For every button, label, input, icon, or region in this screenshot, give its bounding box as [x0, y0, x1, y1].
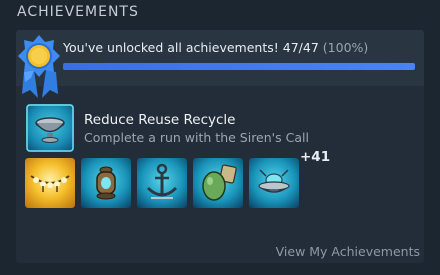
summary-percent: (100%) — [322, 40, 369, 55]
progress-fill — [63, 63, 415, 70]
featured-achievement-description: Complete a run with the Siren's Call — [84, 130, 309, 145]
section-title: ACHIEVEMENTS — [17, 4, 139, 20]
achievements-panel: ACHIEVEMENTS You've unlocked all achieve… — [0, 0, 440, 275]
summary-label: You've unlocked all achievements! 47/47 — [63, 40, 319, 55]
summary-text: You've unlocked all achievements! 47/47(… — [63, 40, 368, 55]
achievements-summary[interactable]: You've unlocked all achievements! 47/47(… — [16, 30, 424, 98]
achievements-card: You've unlocked all achievements! 47/47(… — [16, 30, 424, 263]
egg-scroll-icon[interactable] — [193, 158, 243, 208]
featured-achievement-name: Reduce Reuse Recycle — [84, 112, 236, 128]
golden-garland-icon[interactable] — [25, 158, 75, 208]
progress-bar — [63, 63, 415, 70]
bird-bowl-icon[interactable] — [249, 158, 299, 208]
more-achievements-count[interactable]: +41 — [300, 149, 330, 165]
lantern-icon[interactable] — [81, 158, 131, 208]
siren-bowl-icon[interactable] — [26, 104, 74, 152]
view-my-achievements-link[interactable]: View My Achievements — [276, 244, 420, 259]
medal-icon — [16, 30, 64, 98]
anchor-icon[interactable] — [137, 158, 187, 208]
